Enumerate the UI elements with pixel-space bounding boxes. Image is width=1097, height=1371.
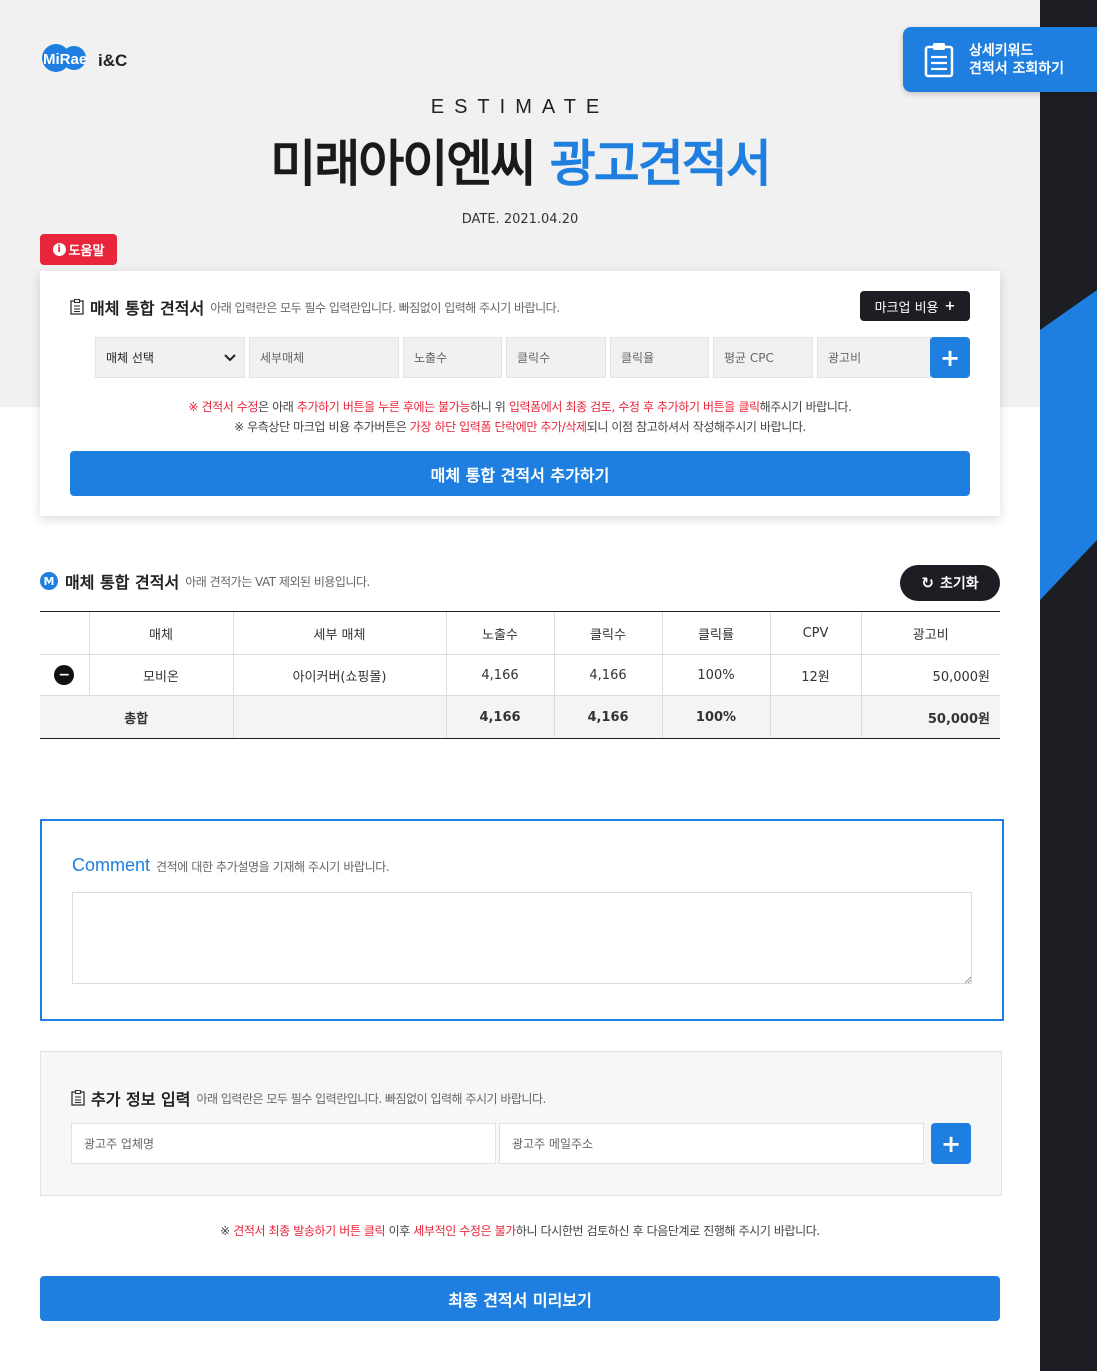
total-clicks: 4,166 [553, 695, 662, 739]
quick-line-1: 상세키워드 [969, 42, 1034, 59]
total-impressions: 4,166 [445, 695, 554, 739]
estimate-table-desc: 아래 견적가는 VAT 제외된 비용입니다. [185, 574, 370, 589]
clicks-input[interactable]: 클릭수 [506, 337, 606, 378]
help-label: 도움말 [68, 244, 105, 259]
col-header: 세부 매체 [232, 611, 446, 655]
col-header [40, 611, 89, 655]
cell-impressions: 4,166 [445, 654, 554, 696]
ad-cost-input[interactable]: 광고비 [817, 337, 931, 378]
estimate-table: 매체 세부 매체 노출수 클릭수 클릭률 CPV 광고비 − 모비온 아이커버(… [40, 611, 1000, 739]
document-icon [70, 299, 84, 315]
total-cpv [769, 695, 861, 739]
total-cost: 50,000원 [860, 695, 1000, 739]
company-logo[interactable]: MiRae i&C [40, 40, 130, 76]
table-header-row: 매체 세부 매체 노출수 클릭수 클릭률 CPV 광고비 [40, 611, 1000, 655]
plus-icon: + [944, 298, 956, 314]
media-form-desc: 아래 입력란은 모두 필수 입력란입니다. 빠짐없이 입력해 주시기 바랍니다. [210, 300, 560, 315]
extra-info-header: 추가 정보 입력 아래 입력란은 모두 필수 입력란입니다. 빠짐없이 입력해 … [71, 1086, 546, 1110]
clipboard-icon [924, 42, 954, 77]
page-title: 미래아이엔씨 광고견적서 [0, 124, 1040, 196]
cell-ctr: 100% [661, 654, 770, 696]
remove-row-icon[interactable]: − [54, 665, 75, 685]
add-media-estimate-button[interactable]: 매체 통합 견적서 추가하기 [70, 451, 970, 496]
col-header: 매체 [88, 611, 233, 655]
col-header: 클릭률 [661, 611, 770, 655]
comment-header: Comment 견적에 대한 추가설명을 기재해 주시기 바랍니다. [72, 855, 390, 876]
comment-desc: 견적에 대한 추가설명을 기재해 주시기 바랍니다. [156, 860, 390, 874]
quick-line-2: 견적서 조회하기 [969, 60, 1065, 77]
info-icon: i [52, 243, 66, 256]
total-detail [232, 695, 446, 739]
markup-label: 마크업 비용 [874, 300, 939, 316]
estimate-table-title: 매체 통합 견적서 [65, 573, 180, 592]
media-form-note-1: ※ 견적서 수정은 아래 추가하기 버튼을 누른 후에는 불가능하니 위 입력폼… [188, 400, 852, 414]
table-row: − 모비온 아이커버(쇼핑몰) 4,166 4,166 100% 12원 50,… [40, 654, 1000, 696]
resize-grip-icon[interactable] [964, 976, 972, 984]
cell-clicks: 4,166 [553, 654, 662, 696]
svg-text:MiRae: MiRae [43, 51, 87, 68]
refresh-icon: ↻ [921, 574, 934, 592]
chevron-down-icon [224, 353, 236, 361]
advertiser-company-input[interactable]: 광고주 업체명 [71, 1123, 496, 1164]
cell-cost: 50,000원 [860, 654, 1000, 696]
ctr-input[interactable]: 클릭율 [610, 337, 709, 378]
reset-label: 초기화 [939, 576, 979, 592]
cell-cpv: 12원 [769, 654, 861, 696]
impressions-input[interactable]: 노출수 [403, 337, 502, 378]
final-note: ※ 견적서 최종 발송하기 버튼 클릭 이후 세부적인 수정은 불가하니 다시한… [220, 1224, 820, 1238]
decor-triangle [1040, 290, 1097, 600]
markup-cost-button[interactable]: 마크업 비용 + [860, 291, 970, 321]
keyword-estimate-lookup-button[interactable]: 상세키워드 견적서 조회하기 [903, 27, 1097, 92]
right-decor-bar [1040, 0, 1097, 1371]
extra-info-section: 추가 정보 입력 아래 입력란은 모두 필수 입력란입니다. 빠짐없이 입력해 … [40, 1051, 1002, 1196]
media-estimate-form: 매체 통합 견적서 아래 입력란은 모두 필수 입력란입니다. 빠짐없이 입력해… [40, 271, 1000, 516]
estimate-table-header: M 매체 통합 견적서 아래 견적가는 VAT 제외된 비용입니다. [40, 569, 370, 593]
svg-text:i&C: i&C [98, 51, 127, 70]
document-icon [71, 1090, 85, 1106]
title-main: 미래아이엔씨 [270, 135, 536, 193]
comment-textarea[interactable] [72, 892, 972, 984]
col-header: CPV [769, 611, 861, 655]
extra-info-title: 추가 정보 입력 [91, 1090, 191, 1109]
media-form-title: 매체 통합 견적서 [90, 299, 205, 318]
add-media-row-button[interactable]: + [930, 337, 970, 378]
media-form-note-2: ※ 우측상단 마크업 비용 추가버튼은 가장 하단 입력폼 단락에만 추가/삭제… [234, 420, 806, 434]
help-button[interactable]: i 도움말 [40, 234, 117, 265]
cell-detail: 아이커버(쇼핑몰) [232, 654, 446, 696]
total-label: 총합 [40, 695, 233, 739]
media-select-value: 매체 선택 [106, 351, 154, 365]
table-total-row: 총합 4,166 4,166 100% 50,000원 [40, 695, 1000, 739]
comment-section: Comment 견적에 대한 추가설명을 기재해 주시기 바랍니다. [40, 819, 1004, 1021]
col-header: 광고비 [860, 611, 1000, 655]
detail-media-input[interactable]: 세부매체 [249, 337, 399, 378]
estimate-subtitle: ESTIMATE [430, 96, 610, 118]
reset-button[interactable]: ↻ 초기화 [900, 565, 1000, 601]
add-extra-info-button[interactable]: + [931, 1123, 971, 1164]
advertiser-email-input[interactable]: 광고주 메일주소 [499, 1123, 924, 1164]
col-header: 노출수 [445, 611, 554, 655]
media-form-header: 매체 통합 견적서 아래 입력란은 모두 필수 입력란입니다. 빠짐없이 입력해… [70, 295, 560, 319]
comment-title: Comment [72, 855, 151, 875]
title-accent: 광고견적서 [549, 135, 772, 193]
avg-cpc-input[interactable]: 평균 CPC [713, 337, 813, 378]
cell-media: 모비온 [88, 654, 233, 696]
extra-info-desc: 아래 입력란은 모두 필수 입력란입니다. 빠짐없이 입력해 주시기 바랍니다. [196, 1091, 546, 1106]
media-input-row: 매체 선택 세부매체 노출수 클릭수 클릭율 평균 CPC 광고비 [95, 337, 931, 378]
estimate-date: DATE. 2021.04.20 [461, 212, 579, 227]
m-badge-icon: M [40, 572, 58, 590]
total-ctr: 100% [661, 695, 770, 739]
final-preview-button[interactable]: 최종 견적서 미리보기 [40, 1276, 1000, 1321]
media-select[interactable]: 매체 선택 [95, 337, 245, 378]
col-header: 클릭수 [553, 611, 662, 655]
